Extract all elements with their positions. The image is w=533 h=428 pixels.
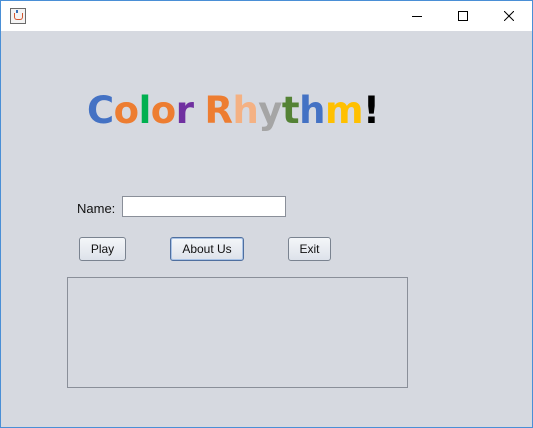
- java-app-icon[interactable]: [10, 8, 26, 24]
- title-letter: m: [324, 89, 364, 132]
- close-button[interactable]: [486, 1, 532, 31]
- about-us-button[interactable]: About Us: [170, 237, 244, 261]
- output-text-area[interactable]: [67, 277, 408, 388]
- title-letter: r: [175, 89, 194, 132]
- title-letter: l: [138, 89, 152, 132]
- title-letter: h: [232, 89, 259, 132]
- title-letter: o: [150, 89, 176, 132]
- title-letter: t: [281, 89, 300, 132]
- name-label: Name:: [77, 201, 116, 216]
- title-letter: C: [87, 89, 114, 132]
- title-space: [193, 85, 204, 137]
- minimize-button[interactable]: [394, 1, 440, 31]
- title-letter: !: [363, 89, 380, 132]
- maximize-button[interactable]: [440, 1, 486, 31]
- title-letter: o: [113, 89, 139, 132]
- title-letter: y: [258, 89, 282, 132]
- cup-shape: [14, 13, 23, 20]
- exit-button[interactable]: Exit: [288, 237, 331, 261]
- title-letter: h: [299, 89, 325, 132]
- maximize-icon: [458, 11, 468, 21]
- title-letter: R: [204, 89, 233, 132]
- close-icon: [504, 11, 514, 21]
- play-button[interactable]: Play: [79, 237, 126, 261]
- minimize-icon: [412, 16, 422, 17]
- name-input[interactable]: [122, 196, 286, 217]
- app-window: Color Rh y t h m! Name: Play About Us Exit: [0, 0, 533, 428]
- title-bar[interactable]: [1, 1, 532, 31]
- app-title: Color Rh y t h m!: [87, 85, 380, 137]
